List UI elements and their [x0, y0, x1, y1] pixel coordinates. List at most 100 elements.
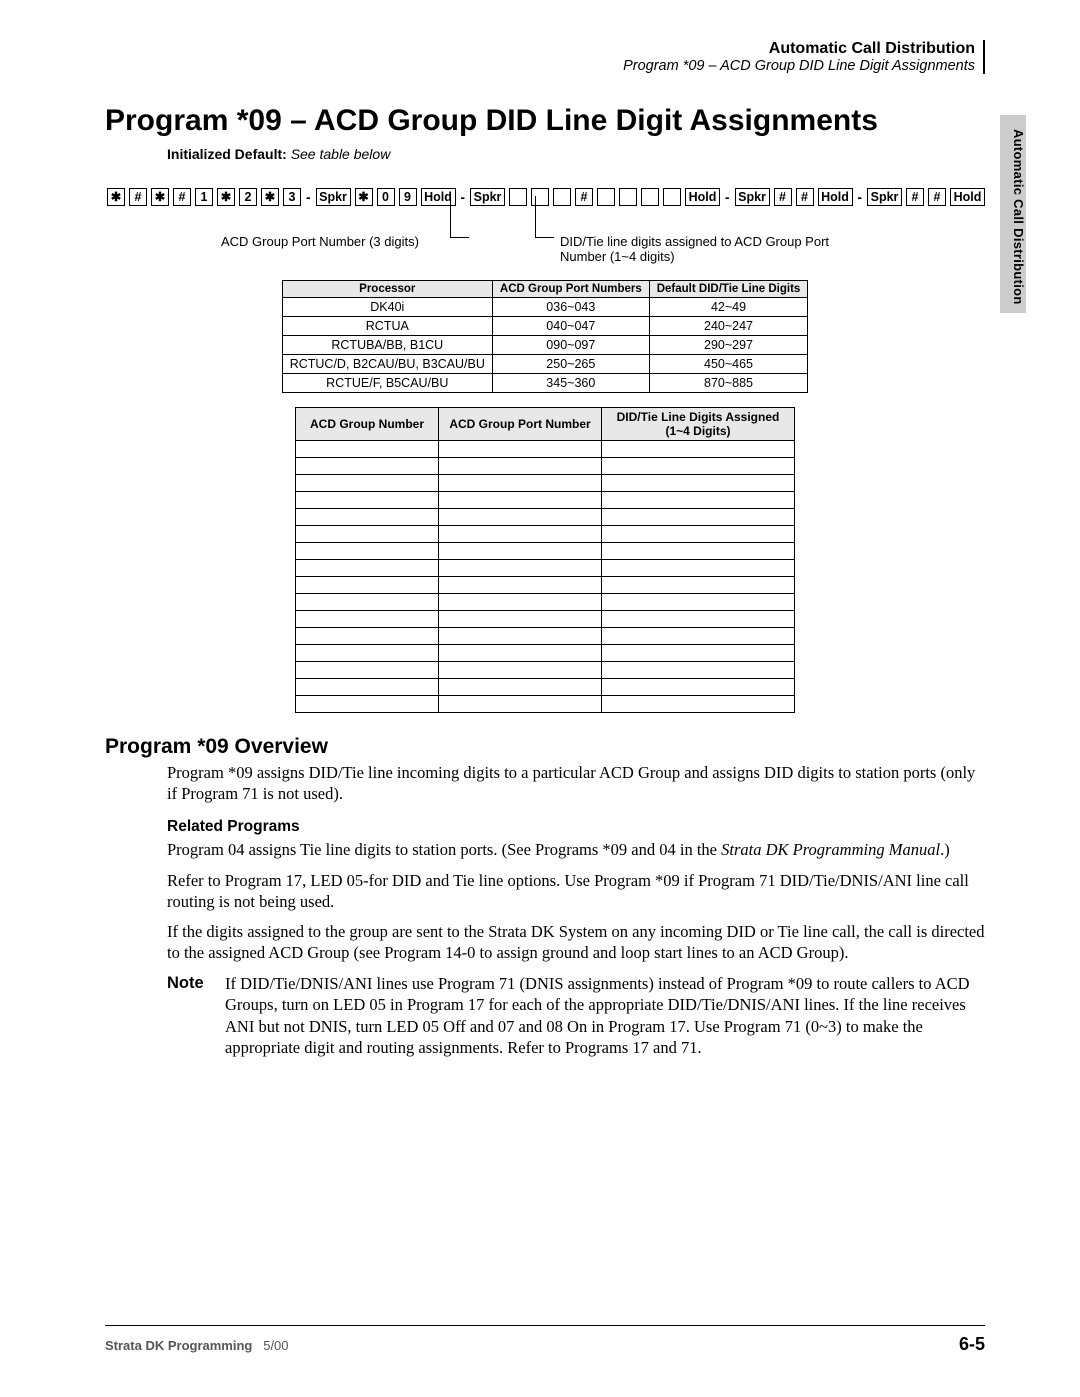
key-1: 1: [195, 188, 213, 206]
table-cell: [439, 441, 602, 458]
table-row: RCTUC/D, B2CAU/BU, B3CAU/BU250~265450~46…: [282, 355, 808, 374]
table-cell: [602, 492, 795, 509]
key-hash: #: [774, 188, 792, 206]
key-hold: Hold: [818, 188, 853, 206]
table-cell: [602, 526, 795, 543]
page-header: Automatic Call Distribution Program *09 …: [623, 40, 985, 74]
table-row: [296, 560, 795, 577]
table-cell: [602, 611, 795, 628]
table-row: [296, 509, 795, 526]
table-cell: [296, 441, 439, 458]
table-row: [296, 543, 795, 560]
table-cell: [439, 458, 602, 475]
table-cell: [296, 543, 439, 560]
blank-th-1: ACD Group Port Number: [439, 408, 602, 441]
overview-p1: Program *09 assigns DID/Tie line incomin…: [167, 763, 985, 804]
proc-th-2: Default DID/Tie Line Digits: [649, 281, 808, 298]
table-cell: [439, 475, 602, 492]
table-cell: 040~047: [492, 317, 649, 336]
key-star: ✱: [151, 188, 169, 206]
key-hold: Hold: [950, 188, 985, 206]
init-default-value: See table below: [291, 146, 391, 162]
key-spkr: Spkr: [316, 188, 351, 206]
table-row: [296, 645, 795, 662]
key-hold: Hold: [685, 188, 720, 206]
table-cell: [602, 560, 795, 577]
table-row: [296, 611, 795, 628]
related-p1c: .): [940, 840, 950, 859]
table-cell: RCTUBA/BB, B1CU: [282, 336, 492, 355]
table-row: [296, 662, 795, 679]
table-cell: [439, 492, 602, 509]
proc-th-1: ACD Group Port Numbers: [492, 281, 649, 298]
table-cell: [439, 543, 602, 560]
key-hash: #: [129, 188, 147, 206]
key-hash: #: [928, 188, 946, 206]
table-cell: [439, 645, 602, 662]
table-cell: [602, 475, 795, 492]
table-row: [296, 526, 795, 543]
table-cell: [439, 696, 602, 713]
table-cell: [602, 696, 795, 713]
key-hash: #: [796, 188, 814, 206]
footer-left: Strata DK Programming 5/00: [105, 1338, 289, 1353]
related-p1a: Program 04 assigns Tie line digits to st…: [167, 840, 721, 859]
table-cell: [439, 577, 602, 594]
table-cell: [602, 594, 795, 611]
related-p3: If the digits assigned to the group are …: [167, 922, 985, 963]
table-cell: [602, 458, 795, 475]
callout-left: ACD Group Port Number (3 digits): [221, 234, 419, 249]
key-3: 3: [283, 188, 301, 206]
callouts: ACD Group Port Number (3 digits) DID/Tie…: [105, 214, 985, 274]
key-blank: [531, 188, 549, 206]
table-row: RCTUA040~047240~247: [282, 317, 808, 336]
table-cell: [439, 628, 602, 645]
key-star: ✱: [107, 188, 125, 206]
table-cell: [296, 645, 439, 662]
note-label: Note: [167, 973, 225, 1057]
table-cell: RCTUA: [282, 317, 492, 336]
table-cell: DK40i: [282, 298, 492, 317]
key-star: ✱: [355, 188, 373, 206]
separator: -: [460, 190, 467, 205]
table-cell: [439, 662, 602, 679]
table-row: [296, 577, 795, 594]
key-9: 9: [399, 188, 417, 206]
table-cell: RCTUE/F, B5CAU/BU: [282, 374, 492, 393]
table-cell: RCTUC/D, B2CAU/BU, B3CAU/BU: [282, 355, 492, 374]
table-cell: [296, 458, 439, 475]
table-cell: [296, 492, 439, 509]
table-row: [296, 492, 795, 509]
table-row: [296, 441, 795, 458]
key-blank: [597, 188, 615, 206]
separator: -: [305, 190, 312, 205]
separator: -: [857, 190, 864, 205]
key-star: ✱: [217, 188, 235, 206]
table-cell: [296, 696, 439, 713]
key-blank: [619, 188, 637, 206]
table-row: [296, 628, 795, 645]
page-title: Program *09 – ACD Group DID Line Digit A…: [105, 104, 985, 138]
key-2: 2: [239, 188, 257, 206]
table-cell: [296, 560, 439, 577]
init-default-label: Initialized Default:: [167, 146, 287, 162]
side-tab: Automatic Call Distribution: [1000, 115, 1026, 313]
table-row: [296, 475, 795, 492]
table-cell: [296, 509, 439, 526]
table-row: RCTUE/F, B5CAU/BU345~360870~885: [282, 374, 808, 393]
table-cell: 250~265: [492, 355, 649, 374]
table-cell: [439, 526, 602, 543]
related-p1b: Strata DK Programming Manual: [721, 840, 940, 859]
key-blank: [663, 188, 681, 206]
table-cell: [296, 526, 439, 543]
table-cell: 036~043: [492, 298, 649, 317]
table-cell: [602, 679, 795, 696]
table-cell: 290~297: [649, 336, 808, 355]
table-cell: [439, 611, 602, 628]
callout-right: DID/Tie line digits assigned to ACD Grou…: [560, 234, 850, 264]
table-row: [296, 696, 795, 713]
processor-table: Processor ACD Group Port Numbers Default…: [282, 280, 809, 393]
note-text: If DID/Tie/DNIS/ANI lines use Program 71…: [225, 973, 985, 1057]
note: Note If DID/Tie/DNIS/ANI lines use Progr…: [167, 973, 985, 1057]
table-cell: [602, 509, 795, 526]
